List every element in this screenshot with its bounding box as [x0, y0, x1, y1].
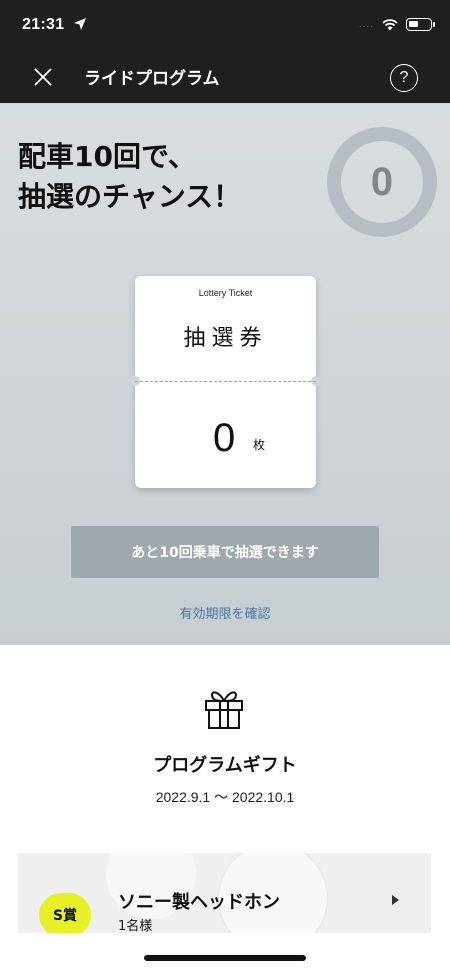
help-label: ? [399, 69, 409, 86]
ride-count: 0 [370, 159, 394, 204]
ticket-perforation [135, 381, 316, 382]
status-right: .... [358, 18, 435, 31]
ticket-label: Lottery Ticket [198, 288, 253, 298]
lottery-ticket-card: Lottery Ticket 抽選券 0 枚 [130, 276, 321, 488]
lottery-hero: 配車10回で、 抽選のチャンス！ 0 Lottery Ticket 抽選券 0 … [0, 103, 450, 645]
nav-bar: ライドプログラム ? [0, 52, 450, 103]
ticket-name: 抽選券 [183, 326, 268, 351]
prize-item[interactable]: S賞 ソニー製ヘッドホン 1名様 [18, 853, 431, 933]
close-icon[interactable] [30, 64, 56, 90]
signal-indicator: .... [358, 19, 374, 30]
wifi-icon [382, 18, 398, 30]
gift-icon [205, 691, 243, 729]
ticket-count: 0 [213, 416, 236, 460]
headline-line-1: 配車10回で、 [18, 140, 196, 173]
prize-badge: S賞 [39, 893, 91, 933]
gift-title: プログラムギフト [153, 755, 297, 776]
help-icon[interactable]: ? [390, 64, 418, 92]
gift-period: 2022.9.1 〜 2022.10.1 [155, 789, 295, 805]
battery-icon [406, 18, 435, 31]
expiry-link[interactable]: 有効期限を確認 [0, 603, 450, 622]
prize-name: ソニー製ヘッドホン [118, 892, 280, 913]
headline-line-2: 抽選のチャンス！ [18, 180, 242, 213]
top-bar: 21:31 .... ライドプログラム ? [0, 0, 450, 103]
ride-counter-ring: 0 [327, 127, 437, 237]
chevron-right-icon [392, 895, 399, 905]
headline: 配車10回で、 抽選のチャンス！ [18, 137, 241, 217]
home-indicator[interactable] [144, 955, 306, 961]
page-title: ライドプログラム [84, 69, 220, 89]
status-time: 21:31 [22, 16, 65, 33]
status-bar: 21:31 .... [0, 0, 450, 52]
prize-count: 1名様 [118, 919, 153, 933]
lottery-cta-button[interactable]: あと10回乗車で抽選できます [71, 526, 379, 578]
location-arrow-icon [74, 18, 86, 30]
ticket-unit: 枚 [253, 438, 266, 452]
